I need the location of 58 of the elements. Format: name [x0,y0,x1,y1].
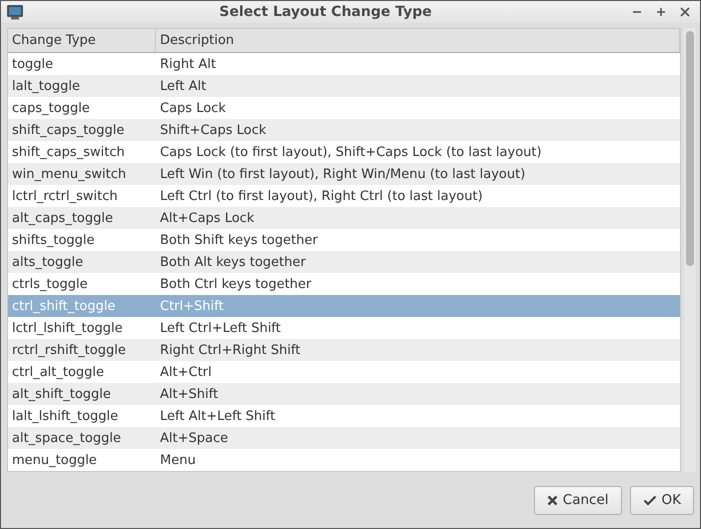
table-cell-text: shift_caps_switch [11,144,126,160]
table-cell-text: Left Alt [159,78,208,94]
check-icon [642,494,657,506]
table-cell-text: lctrl_lshift_toggle [11,320,124,336]
table-cell-text: Ctrl+Shift [159,298,225,314]
table-row[interactable]: rctrl_rshift_toggle Right Ctrl+Right Shift [8,339,680,361]
table-row[interactable]: lalt_toggle Left Alt [8,75,680,97]
plus-icon [656,7,666,17]
table-cell-text: Caps Lock [159,100,227,116]
table-cell-text: ctrl_shift_toggle [11,298,116,314]
table-cell-text: Alt+Shift [159,386,220,402]
table-row[interactable]: alt_space_toggle Alt+Space [8,427,680,449]
table-row[interactable]: shift_caps_toggle Shift+Caps Lock [8,119,680,141]
table-cell-text: Right Alt [159,56,217,72]
table-row[interactable]: alt_shift_toggle Alt+Shift [8,383,680,405]
table-cell-text: Shift+Caps Lock [159,122,268,138]
table-cell-text: alt_caps_toggle [11,210,114,226]
table-cell-text: lalt_toggle [11,78,81,94]
table-cell-text: ctrls_toggle [11,276,89,292]
table-cell-text: Alt+Space [159,430,230,446]
scrollbar[interactable] [684,28,696,472]
table-cell-text: Left Win (to first layout), Right Win/Menu (to last layout) [159,166,526,182]
table-cell-text: Menu [159,452,197,468]
table-cell-text: Alt+Caps Lock [159,210,256,226]
table-cell-text: shifts_toggle [11,232,96,248]
table-cell-text: lalt_lshift_toggle [11,408,120,424]
table-cell-text: menu_toggle [11,452,98,468]
table-cell-text: Both Ctrl keys together [159,276,312,292]
table-cell-text: lctrl_rctrl_switch [11,188,119,204]
table-cell-text: Right Ctrl+Right Shift [159,342,302,358]
table-cell-text: Caps Lock (to first layout), Shift+Caps Lock (to last layout) [159,144,543,160]
ok-button[interactable]: OK [630,486,694,514]
window-title: Select Layout Change Type [218,4,433,20]
table-row[interactable]: alt_caps_toggle Alt+Caps Lock [8,207,680,229]
scrollbar-thumb[interactable] [686,31,694,266]
table-row[interactable]: win_menu_switch Left Win (to first layout), Right Win/Menu (to last layout) [8,163,680,185]
table-cell-text: shift_caps_toggle [11,122,126,138]
table-cell-text: Left Ctrl (to first layout), Right Ctrl (to last layout) [159,188,484,204]
monitor-icon [7,4,23,20]
table-cell-text: Both Alt keys together [159,254,307,270]
table-cell-text: Both Shift keys together [159,232,319,248]
cancel-button[interactable]: Cancel [534,486,622,514]
table-cell-text: alt_shift_toggle [11,386,112,402]
table-cell-text: Alt+Ctrl [159,364,213,380]
close-icon [680,7,690,17]
column-header[interactable]: Change Type [8,29,156,52]
table-cell-text: alt_space_toggle [11,430,122,446]
table-cell-text: rctrl_rshift_toggle [11,342,127,358]
table-cell-text: win_menu_switch [11,166,128,182]
table-cell-text: Left Ctrl+Left Shift [159,320,282,336]
table-cell-text: Left Alt+Left Shift [159,408,276,424]
table-cell-text: toggle [11,56,54,72]
table-cell-text: caps_toggle [11,100,91,116]
table-cell-text: alts_toggle [11,254,84,270]
close-icon [546,494,558,506]
table-row[interactable]: alts_toggle Both Alt keys together [8,251,680,273]
table-cell-text: ctrl_alt_toggle [11,364,106,380]
column-header[interactable]: Description [156,29,680,52]
